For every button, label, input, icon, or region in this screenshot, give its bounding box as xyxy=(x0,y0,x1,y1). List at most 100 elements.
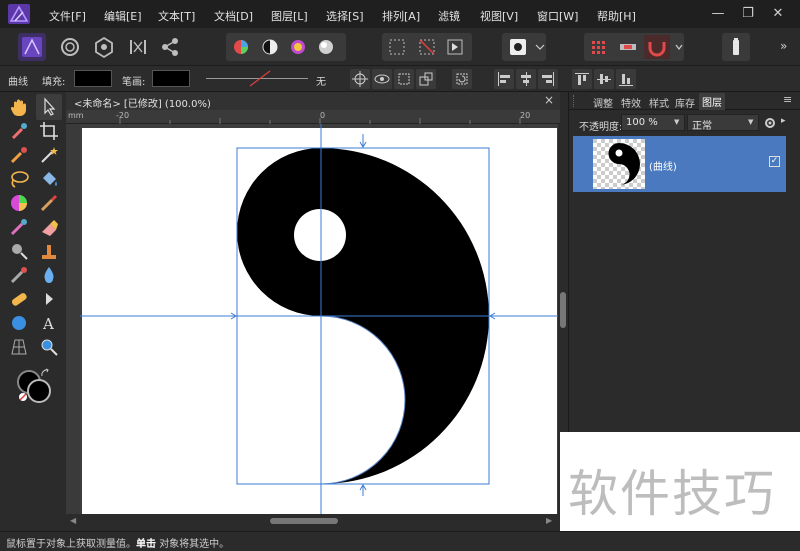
blur-tool-icon[interactable] xyxy=(38,264,60,286)
tab-styles[interactable]: 样式 xyxy=(649,95,669,110)
designer-persona-button[interactable] xyxy=(18,33,46,61)
assistant-button[interactable] xyxy=(722,33,750,61)
transform-objects-button[interactable] xyxy=(394,69,414,89)
menu-text[interactable]: 文本[T] xyxy=(158,8,195,24)
app-logo-icon xyxy=(8,4,30,24)
menu-edit[interactable]: 编辑[E] xyxy=(104,8,142,24)
pixel-persona-button[interactable] xyxy=(56,33,84,61)
mesh-warp-tool-icon[interactable] xyxy=(8,336,30,358)
selection-brush-tool-icon[interactable] xyxy=(8,144,30,166)
panel-expand-icon[interactable]: ▸ xyxy=(781,116,786,126)
menu-view[interactable]: 视图[V] xyxy=(480,8,518,24)
blend-mode-select[interactable]: 正常 ▼ xyxy=(687,114,759,132)
horizontal-ruler: mm -20 0 20 xyxy=(66,110,560,124)
smudge-tool-icon[interactable] xyxy=(8,264,30,286)
align-middle-button[interactable] xyxy=(594,69,614,89)
panel-tab-bar: 调整 特效 样式 库存 图层 ≡ xyxy=(569,92,800,110)
secondary-color-swatch[interactable] xyxy=(27,379,51,403)
more-chevron-icon[interactable]: » xyxy=(780,39,787,53)
scroll-right-icon[interactable]: ▶ xyxy=(546,516,552,525)
show-boundaries-button[interactable] xyxy=(372,69,392,89)
flood-fill-tool-icon[interactable] xyxy=(38,168,60,190)
menu-select[interactable]: 选择[S] xyxy=(326,8,364,24)
stroke-swatch[interactable] xyxy=(152,70,190,87)
close-document-icon[interactable]: × xyxy=(544,93,554,107)
horizontal-scrollbar[interactable]: ◀ ▶ xyxy=(66,514,560,528)
align-left-button[interactable] xyxy=(494,69,514,89)
clone-stamp-tool-icon[interactable] xyxy=(38,240,60,262)
minimize-button[interactable]: — xyxy=(710,6,726,22)
dodge-tool-icon[interactable] xyxy=(8,240,30,262)
panel-menu-icon[interactable]: ≡ xyxy=(783,93,792,106)
zoom-tool-icon[interactable] xyxy=(38,336,60,358)
selection-icons[interactable] xyxy=(382,33,472,61)
text-tool-icon[interactable]: A xyxy=(38,312,60,334)
swap-colors-icon[interactable] xyxy=(40,368,50,378)
share-icon xyxy=(162,38,178,56)
export-persona-button[interactable] xyxy=(90,33,118,61)
snapping-icons[interactable] xyxy=(584,33,684,61)
healing-brush-tool-icon[interactable] xyxy=(8,288,30,310)
status-bar: 鼠标置于对象上获取测量值。单击 对象将其选中。 xyxy=(0,531,800,551)
tuxedo-icon xyxy=(733,38,739,55)
no-color-icon[interactable] xyxy=(18,392,28,402)
gear-icon[interactable] xyxy=(763,116,777,130)
menu-filters[interactable]: 滤镜 xyxy=(438,8,460,24)
ruler-label-0: 0 xyxy=(320,111,326,120)
color-picker-tool-icon[interactable] xyxy=(8,120,30,142)
menu-document[interactable]: 文档[D] xyxy=(214,8,253,24)
magic-wand-tool-icon[interactable] xyxy=(38,144,60,166)
align-right-button[interactable] xyxy=(538,69,558,89)
transform-origin-button[interactable] xyxy=(350,69,370,89)
share-button[interactable] xyxy=(156,33,184,61)
restore-button[interactable]: ❐ xyxy=(740,6,756,22)
align-bottom-button[interactable] xyxy=(616,69,636,89)
panel-grip-icon[interactable] xyxy=(573,95,579,107)
color-adjust-icons[interactable] xyxy=(226,33,346,61)
layer-visibility-checkbox[interactable]: ✓ xyxy=(769,156,780,167)
horizontal-scroll-thumb[interactable] xyxy=(270,518,338,524)
shape-tool-icon[interactable] xyxy=(8,312,30,334)
opacity-field[interactable]: 100 % ▼ xyxy=(621,114,685,131)
menu-arrange[interactable]: 排列[A] xyxy=(382,8,420,24)
opacity-dropdown-icon[interactable]: ▼ xyxy=(674,118,679,126)
crop-tool-icon[interactable] xyxy=(38,120,60,142)
scroll-left-icon[interactable]: ◀ xyxy=(70,516,76,525)
stroke-width-slider[interactable] xyxy=(200,70,312,87)
menu-window[interactable]: 窗口[W] xyxy=(537,8,578,24)
canvas-area[interactable] xyxy=(80,124,558,514)
blend-mode-dropdown-icon[interactable]: ▼ xyxy=(748,118,753,126)
layer-name[interactable]: (曲线) xyxy=(649,158,677,173)
view-hand-tool-icon[interactable] xyxy=(8,96,30,118)
adjust-button-group xyxy=(226,33,346,61)
layer-row[interactable]: (曲线) ✓ xyxy=(573,136,786,192)
rotate-button[interactable] xyxy=(452,69,472,89)
align-center-button[interactable] xyxy=(516,69,536,89)
menu-file[interactable]: 文件[F] xyxy=(49,8,86,24)
quick-mask-group[interactable] xyxy=(502,33,546,61)
selection-mode-group xyxy=(382,33,472,61)
vertical-scroll-thumb[interactable] xyxy=(560,292,566,328)
align-top-button[interactable] xyxy=(572,69,592,89)
menu-layer[interactable]: 图层[L] xyxy=(271,8,308,24)
color-wheel-tool-icon[interactable] xyxy=(8,192,30,214)
document-tab[interactable]: <未命名> [已修改] (100.0%) × xyxy=(66,92,560,110)
ruler-ticks xyxy=(119,118,521,124)
lasso-tool-icon[interactable] xyxy=(8,168,30,190)
tab-adjustments[interactable]: 调整 xyxy=(593,95,613,110)
flip-button[interactable] xyxy=(416,69,436,89)
move-tool-button[interactable] xyxy=(36,94,62,120)
eraser-tool-icon[interactable] xyxy=(38,216,60,238)
blend-mode-value: 正常 xyxy=(692,121,712,132)
snapping-button[interactable] xyxy=(124,33,152,61)
paint-brush-tool-icon[interactable] xyxy=(38,192,60,214)
fill-swatch[interactable] xyxy=(74,70,112,87)
tab-layers[interactable]: 图层 xyxy=(699,93,725,110)
node-tool-icon[interactable] xyxy=(38,288,60,310)
tab-stock[interactable]: 库存 xyxy=(675,95,695,110)
menu-help[interactable]: 帮助[H] xyxy=(597,8,636,24)
yin-yang-shape[interactable] xyxy=(80,124,558,514)
close-button[interactable]: ✕ xyxy=(770,6,786,22)
pixel-brush-tool-icon[interactable] xyxy=(8,216,30,238)
tab-effects[interactable]: 特效 xyxy=(621,95,641,110)
